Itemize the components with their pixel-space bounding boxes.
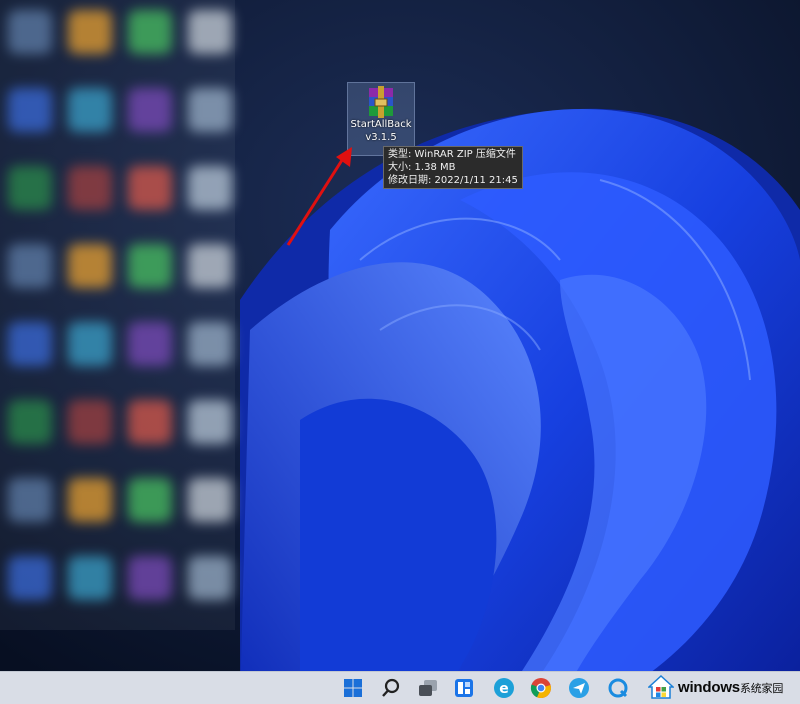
- widgets-icon: [455, 679, 473, 697]
- blurred-app-icon: [128, 166, 172, 210]
- blurred-app-icon: [188, 88, 232, 132]
- task-view-icon: [419, 680, 437, 696]
- blurred-app-icon: [8, 478, 52, 522]
- tooltip-date: 修改日期: 2022/1/11 21:45: [388, 175, 518, 186]
- blurred-app-icon: [128, 400, 172, 444]
- svg-text:e: e: [499, 681, 509, 697]
- start-button[interactable]: [341, 676, 365, 700]
- blurred-app-icon: [128, 322, 172, 366]
- blurred-app-icon: [68, 88, 112, 132]
- edge-legacy-icon: e: [494, 678, 514, 698]
- chrome-icon: [530, 678, 551, 699]
- widgets-button[interactable]: [452, 676, 476, 700]
- file-info-tooltip: 类型: WinRAR ZIP 压缩文件 大小: 1.38 MB 修改日期: 20…: [383, 146, 523, 189]
- blurred-app-icon: [188, 166, 232, 210]
- blurred-app-icon: [68, 10, 112, 54]
- edge-legacy-button[interactable]: e: [492, 676, 516, 700]
- task-view-button[interactable]: [416, 676, 440, 700]
- blurred-app-icon: [128, 88, 172, 132]
- tooltip-type: 类型: WinRAR ZIP 压缩文件: [388, 149, 516, 160]
- blurred-app-icon: [8, 400, 52, 444]
- paper-plane-app-button[interactable]: [567, 676, 591, 700]
- chrome-button[interactable]: [529, 676, 553, 700]
- blurred-app-icon: [188, 10, 232, 54]
- blurred-app-icon: [188, 478, 232, 522]
- blurred-app-icon: [68, 400, 112, 444]
- blurred-app-icon: [188, 556, 232, 600]
- blurred-app-icon: [8, 10, 52, 54]
- paper-plane-app-icon: [569, 678, 589, 698]
- watermark-suffix: 系统家园: [739, 682, 784, 695]
- blurred-app-icon: [188, 244, 232, 288]
- blurred-app-icon: [68, 244, 112, 288]
- blurred-app-icon: [8, 244, 52, 288]
- tooltip-size: 大小: 1.38 MB: [388, 162, 456, 173]
- blurred-app-icon: [8, 166, 52, 210]
- blurred-app-icon: [68, 556, 112, 600]
- quick-app-button[interactable]: [606, 676, 630, 700]
- blurred-app-icon: [128, 556, 172, 600]
- blurred-app-icon: [8, 322, 52, 366]
- search-button[interactable]: [379, 676, 403, 700]
- file-name-line2: v3.1.5: [365, 132, 397, 143]
- search-icon: [382, 678, 400, 697]
- blurred-app-icon: [188, 322, 232, 366]
- blurred-app-icon: [128, 244, 172, 288]
- blurred-app-icon: [68, 478, 112, 522]
- file-name-line1: StartAllBack: [350, 119, 412, 130]
- blurred-app-icon: [188, 400, 232, 444]
- blurred-app-icon: [8, 556, 52, 600]
- watermark-brand: windows: [678, 678, 740, 696]
- windows-start-icon: [344, 679, 362, 697]
- blurred-app-icon: [8, 88, 52, 132]
- winrar-archive-icon: [369, 86, 393, 118]
- quick-app-icon: [608, 678, 628, 698]
- site-watermark: windows系统家园: [648, 673, 783, 701]
- annotation-arrow-icon: [286, 147, 352, 246]
- blurred-app-icon: [128, 478, 172, 522]
- blurred-app-icon: [68, 166, 112, 210]
- blurred-app-icon: [128, 10, 172, 54]
- windows-house-logo-icon: [648, 675, 674, 699]
- blurred-app-icon: [68, 322, 112, 366]
